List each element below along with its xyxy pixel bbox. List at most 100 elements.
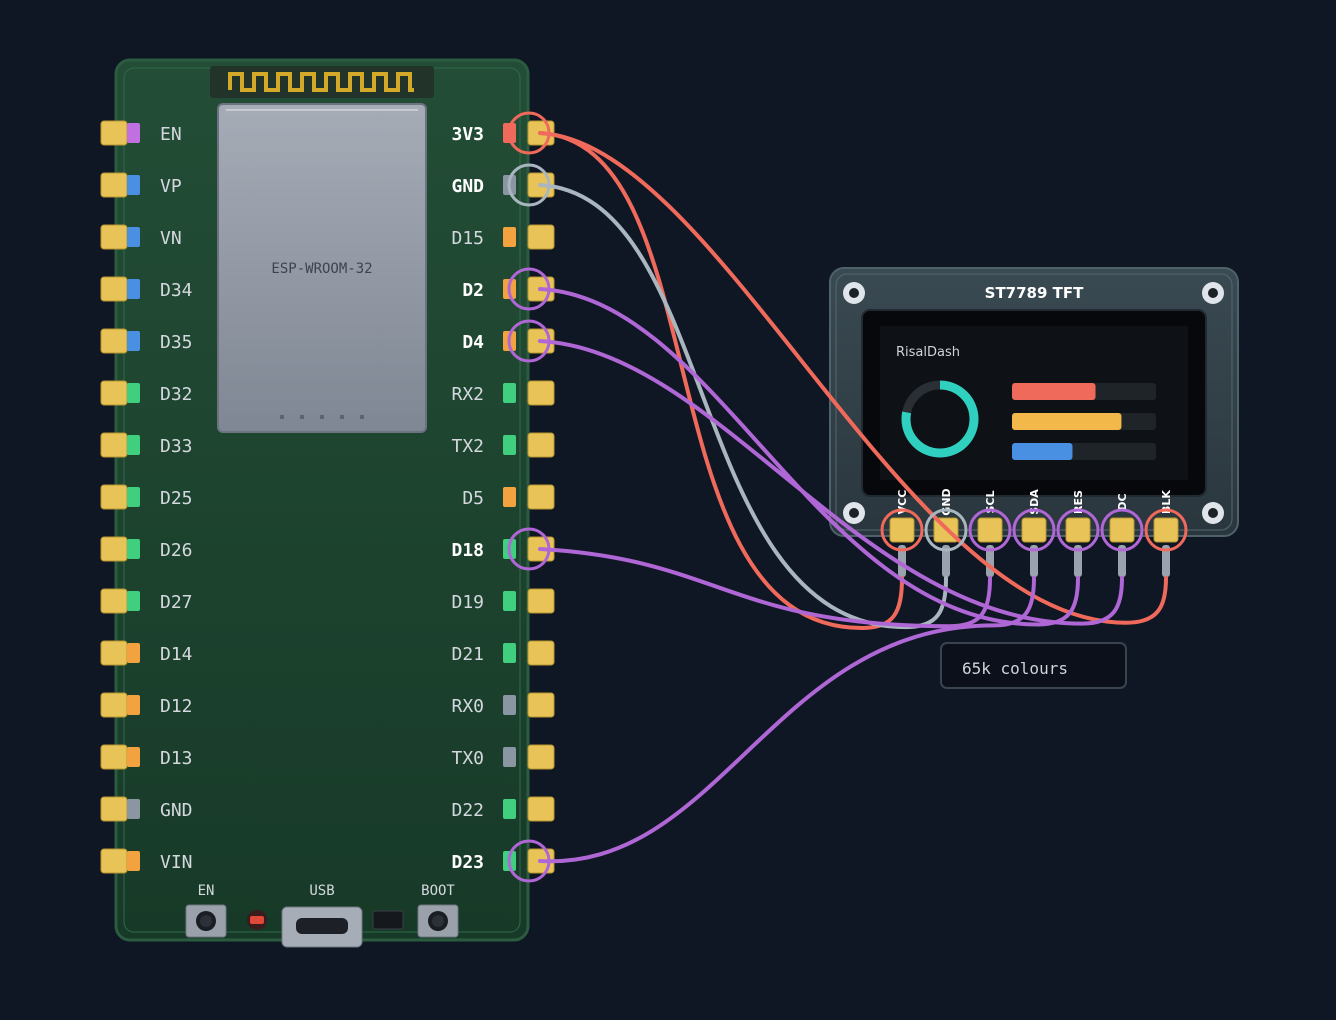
regulator-chip	[372, 910, 404, 930]
tft-pin-label: DC	[1116, 493, 1129, 510]
mount-hole-icon	[843, 502, 865, 524]
pin-d5-right[interactable]: D5	[462, 484, 555, 510]
pin-pad[interactable]	[100, 536, 128, 562]
pin-label: D26	[160, 540, 193, 561]
pin-label: D33	[160, 436, 193, 457]
pin-label: D35	[160, 332, 193, 353]
tft-display[interactable]: ST7789 TFT RisalDash VCC GND SCL SDA RES DC BL…	[829, 267, 1239, 577]
pin-indicator	[503, 799, 516, 819]
pin-label: D18	[451, 540, 484, 561]
tft-pin-pad[interactable]	[1065, 517, 1091, 543]
pin-pad[interactable]	[100, 588, 128, 614]
pin-pad[interactable]	[527, 796, 555, 822]
pin-pad[interactable]	[100, 692, 128, 718]
bar-fill	[1012, 443, 1073, 460]
pin-pad[interactable]	[100, 848, 128, 874]
pin-label: EN	[160, 124, 182, 145]
boot-button[interactable]	[417, 904, 459, 938]
pin-indicator	[127, 695, 140, 715]
pin-pad[interactable]	[100, 796, 128, 822]
pin-indicator	[127, 591, 140, 611]
pin-pad[interactable]	[527, 432, 555, 458]
pin-indicator	[127, 175, 140, 195]
pin-label: D19	[451, 592, 484, 613]
pin-label: D23	[451, 852, 484, 873]
en-button[interactable]	[185, 904, 227, 938]
pin-indicator	[503, 383, 516, 403]
boot-button-label: BOOT	[421, 883, 455, 899]
wire-d18-scl[interactable]	[538, 547, 992, 629]
screen-title: RisalDash	[896, 345, 960, 360]
mount-hole-icon	[1202, 502, 1224, 524]
badge-text: 65k colours	[962, 659, 1068, 678]
pin-label: D14	[160, 644, 193, 665]
tft-pin-pad[interactable]	[889, 517, 915, 543]
pin-label: VN	[160, 228, 182, 249]
tft-title: ST7789 TFT	[985, 284, 1084, 302]
pin-pad[interactable]	[100, 328, 128, 354]
pin-indicator	[127, 279, 140, 299]
bar-fill	[1012, 383, 1096, 400]
pin-indicator	[503, 487, 516, 507]
module-label: ESP-WROOM-32	[271, 261, 372, 277]
pin-label: D21	[451, 644, 484, 665]
usb-port[interactable]	[281, 906, 363, 948]
pin-indicator	[127, 851, 140, 871]
pin-label: VIN	[160, 852, 193, 873]
tft-pin-pad[interactable]	[1153, 517, 1179, 543]
pin-indicator	[127, 539, 140, 559]
pin-label: D34	[160, 280, 193, 301]
pin-indicator	[503, 435, 516, 455]
pin-label: D32	[160, 384, 193, 405]
pin-pad[interactable]	[527, 692, 555, 718]
pin-label: RX0	[451, 696, 484, 717]
pin-pad[interactable]	[100, 120, 128, 146]
esp32-board[interactable]: ESP-WROOM-32 EN VP VN D34 D35 D32 D33 D25 D26 D27…	[100, 58, 555, 948]
pin-indicator	[127, 643, 140, 663]
pin-pad[interactable]	[527, 640, 555, 666]
wire-d23-sda[interactable]	[538, 576, 1036, 864]
pin-indicator	[127, 383, 140, 403]
pin-label: TX2	[451, 436, 484, 457]
pin-pad[interactable]	[100, 172, 128, 198]
pin-pad[interactable]	[527, 744, 555, 770]
pin-label: D4	[462, 332, 484, 353]
pin-pad[interactable]	[100, 276, 128, 302]
pin-pad[interactable]	[100, 224, 128, 250]
pin-indicator	[503, 591, 516, 611]
pin-indicator	[127, 487, 140, 507]
pin-pad[interactable]	[100, 432, 128, 458]
pin-indicator	[503, 747, 516, 767]
mount-hole-icon	[843, 282, 865, 304]
wiring-diagram: ESP-WROOM-32 EN VP VN D34 D35 D32 D33 D25 D26 D27…	[0, 0, 1336, 1016]
tft-pin-pad[interactable]	[1021, 517, 1047, 543]
diagram-canvas: ESP-WROOM-32 EN VP VN D34 D35 D32 D33 D25 D26 D27…	[100, 58, 1239, 948]
pin-label: D22	[451, 800, 484, 821]
pin-pad[interactable]	[100, 744, 128, 770]
tft-pin-pad[interactable]	[977, 517, 1003, 543]
pin-indicator	[503, 643, 516, 663]
pin-indicator	[127, 799, 140, 819]
pin-label: D2	[462, 280, 484, 301]
pin-pad[interactable]	[527, 224, 555, 250]
pin-indicator	[503, 695, 516, 715]
pin-pad[interactable]	[100, 484, 128, 510]
en-button-label: EN	[198, 883, 215, 899]
pin-pad[interactable]	[527, 484, 555, 510]
screen-bars	[1012, 383, 1156, 460]
pin-indicator	[127, 747, 140, 767]
pin-pad[interactable]	[527, 588, 555, 614]
pin-label: TX0	[451, 748, 484, 769]
tft-pin-pad[interactable]	[1109, 517, 1135, 543]
pin-label: D25	[160, 488, 193, 509]
colour-badge: 65k colours	[940, 642, 1127, 689]
mount-hole-icon	[1202, 282, 1224, 304]
pin-label: VP	[160, 176, 182, 197]
pin-pad[interactable]	[100, 380, 128, 406]
pin-pad[interactable]	[100, 640, 128, 666]
pin-label: D27	[160, 592, 193, 613]
pin-indicator	[127, 227, 140, 247]
pin-label: D15	[451, 228, 484, 249]
pin-pad[interactable]	[527, 380, 555, 406]
bar-fill	[1012, 413, 1122, 430]
